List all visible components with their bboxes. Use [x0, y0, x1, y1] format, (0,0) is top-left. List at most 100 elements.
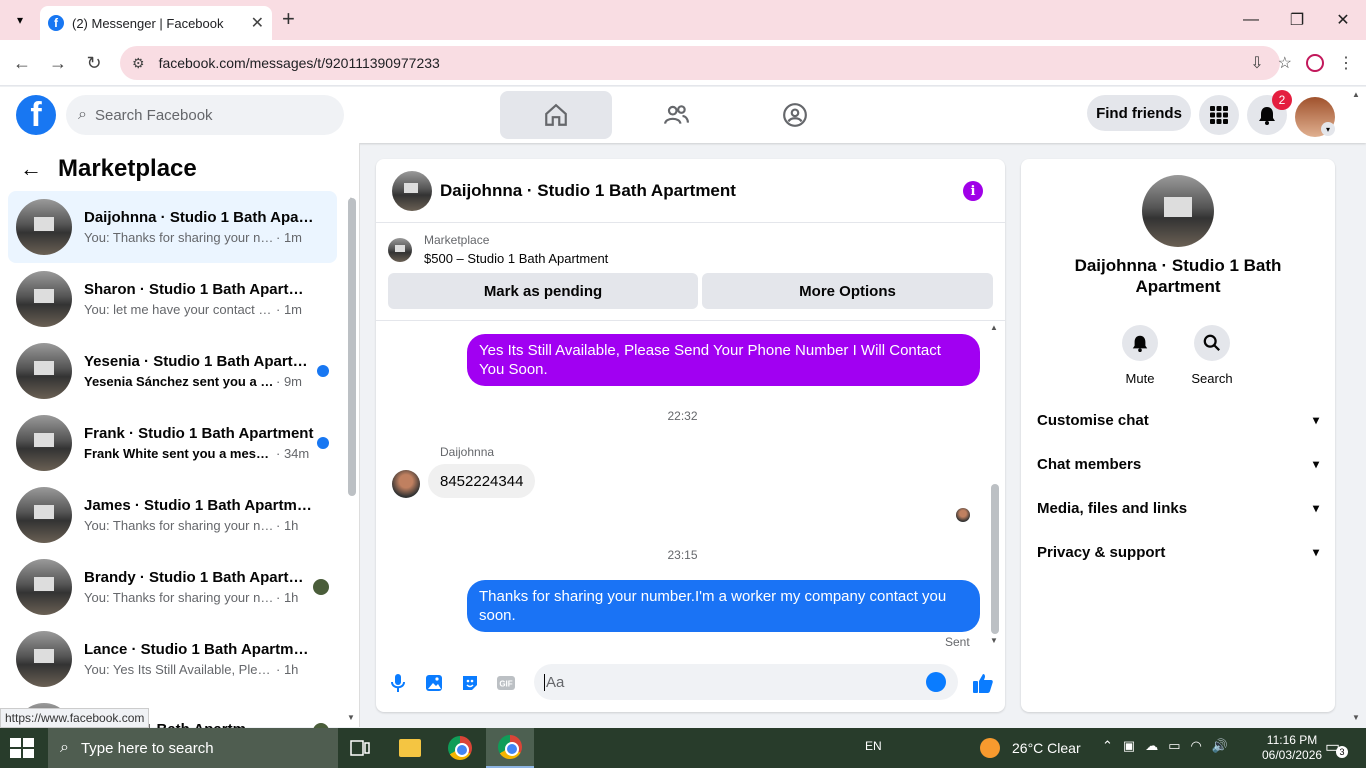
outgoing-message[interactable]: Thanks for sharing your number.I'm a wor…	[467, 580, 980, 632]
seen-indicator-avatar	[956, 508, 970, 522]
tab-search-icon[interactable]: ▾	[8, 8, 32, 32]
last-message-time: · 34m	[276, 446, 310, 461]
message-placeholder: Aa	[546, 673, 565, 691]
thumbs-up-icon[interactable]	[971, 671, 995, 695]
search-placeholder: Search Facebook	[94, 106, 213, 124]
page-scroll-up-icon[interactable]: ▲	[1352, 90, 1360, 99]
nav-groups-tab[interactable]	[739, 91, 851, 139]
more-options-button[interactable]: More Options	[702, 273, 993, 309]
bookmark-star-icon[interactable]: ☆	[1278, 53, 1292, 73]
mute-button[interactable]: Mute	[1110, 325, 1170, 386]
microphone-icon[interactable]	[386, 671, 410, 695]
search-icon: ⌕	[60, 739, 69, 756]
facebook-search-input[interactable]: ⌕ Search Facebook	[66, 95, 344, 135]
clock-date: 06/03/2026	[1262, 748, 1323, 762]
conversation-item[interactable]: Daijohnna · Studio 1 Bath Apart... You: T…	[8, 191, 337, 263]
chat-thumbnail[interactable]	[392, 170, 432, 211]
back-arrow-icon[interactable]: ←	[20, 156, 42, 182]
marketplace-title: Marketplace	[58, 155, 197, 182]
info-icon[interactable]: i	[963, 181, 983, 201]
tab-title: (2) Messenger | Facebook	[72, 15, 224, 31]
conversation-item[interactable]: Frank · Studio 1 Bath Apartment Frank Whi…	[8, 407, 337, 479]
tray-app-icon[interactable]: ▣	[1123, 738, 1135, 754]
last-message: You: Yes Its Still Available, Please Se.…	[84, 662, 274, 677]
list-scrollbar[interactable]	[348, 198, 356, 496]
nav-home-tab[interactable]	[500, 91, 612, 139]
search-icon	[1194, 325, 1230, 361]
search-in-chat-button[interactable]: Search	[1182, 325, 1242, 386]
forward-icon[interactable]: →	[46, 51, 70, 75]
section-customise-chat[interactable]: Customise chat ▾	[1037, 400, 1319, 440]
conversation-item[interactable]: James · Studio 1 Bath Apartment You: Than…	[8, 479, 337, 551]
chat-scrollbar[interactable]	[991, 484, 999, 634]
chrome-profile-taskbar-icon[interactable]	[486, 728, 534, 768]
emoji-icon[interactable]	[926, 672, 946, 692]
volume-icon[interactable]: 🔊	[1212, 738, 1228, 754]
listing-thumbnail	[16, 199, 72, 255]
listing-summary[interactable]: Marketplace $500 – Studio 1 Bath Apartme…	[388, 233, 608, 266]
battery-icon[interactable]: ▭	[1168, 738, 1180, 754]
browser-tab[interactable]: f (2) Messenger | Facebook ✕	[40, 6, 272, 40]
conversation-item[interactable]: Sharon · Studio 1 Bath Apartment You: let…	[8, 263, 337, 335]
minimize-icon[interactable]: —	[1228, 0, 1274, 40]
contact-avatar[interactable]	[1142, 175, 1214, 247]
section-privacy-support[interactable]: Privacy & support ▾	[1037, 532, 1319, 572]
unread-dot	[317, 365, 329, 377]
section-chat-members[interactable]: Chat members ▾	[1037, 444, 1319, 484]
conversation-name: Sharon · Studio 1 Bath Apartment	[84, 281, 314, 298]
page-scroll-down-icon[interactable]: ▼	[1352, 713, 1360, 722]
onedrive-cloud-icon[interactable]: ☁	[1145, 738, 1158, 754]
taskbar-search-box[interactable]: ⌕ Type here to search	[48, 728, 338, 768]
sticker-icon[interactable]	[458, 671, 482, 695]
sender-avatar[interactable]	[392, 470, 420, 498]
find-friends-button[interactable]: Find friends	[1087, 95, 1191, 131]
conversation-item[interactable]: Brandy · Studio 1 Bath Apartm... You: Tha…	[8, 551, 337, 623]
section-media-files-links[interactable]: Media, files and links ▾	[1037, 488, 1319, 528]
conversation-item[interactable]: Lance · Studio 1 Bath Apartment You: Yes …	[8, 623, 337, 695]
incoming-message[interactable]: 8452224344	[428, 464, 536, 498]
message-input[interactable]: Aa	[534, 664, 958, 700]
chat-scroll-up-icon[interactable]: ▲	[990, 323, 998, 332]
facebook-logo-icon[interactable]: f	[16, 95, 56, 135]
language-indicator[interactable]: EN	[865, 739, 882, 753]
weather-widget[interactable]: 26°C Clear	[980, 738, 1081, 758]
marketplace-header: ← Marketplace	[20, 155, 197, 183]
photo-icon[interactable]	[422, 671, 446, 695]
clock[interactable]: 11:16 PM 06/03/2026	[1262, 733, 1322, 763]
chat-scroll-down-icon[interactable]: ▼	[990, 636, 998, 645]
link-status-tooltip: https://www.facebook.com	[0, 708, 150, 728]
svg-text:GIF: GIF	[499, 680, 512, 689]
browser-profile-icon[interactable]	[1306, 54, 1324, 72]
browser-menu-icon[interactable]: ⋮	[1338, 53, 1354, 73]
conversation-item[interactable]: Yesenia · Studio 1 Bath Apartm... Yesenia…	[8, 335, 337, 407]
restore-icon[interactable]: ❐	[1274, 0, 1320, 40]
back-icon[interactable]: ←	[10, 51, 34, 75]
account-chevron-down-icon[interactable]: ▾	[1321, 122, 1335, 136]
site-info-icon[interactable]: ⚙	[132, 55, 145, 72]
system-tray: ⌃ ▣ ☁ ▭ ◠ 🔊	[1102, 738, 1228, 754]
timestamp: 22:32	[667, 409, 698, 423]
reload-icon[interactable]: ↻	[82, 51, 106, 75]
tray-chevron-up-icon[interactable]: ⌃	[1102, 738, 1113, 754]
chrome-taskbar-icon[interactable]	[436, 728, 484, 768]
scroll-down-arrow-icon[interactable]: ▼	[347, 713, 355, 722]
new-tab-icon[interactable]: +	[282, 8, 295, 30]
nav-friends-tab[interactable]	[620, 91, 732, 139]
chat-header: Daijohnna · Studio 1 Bath Apartment i	[376, 159, 1005, 223]
chat-title[interactable]: Daijohnna · Studio 1 Bath Apartment	[440, 181, 736, 201]
menu-button[interactable]	[1199, 95, 1239, 135]
tab-close-icon[interactable]: ✕	[251, 13, 264, 33]
conversation-preview: You: Thanks for sharing your nu... · 1h	[84, 590, 337, 605]
address-bar[interactable]: ⚙ facebook.com/messages/t/92011139097723…	[120, 46, 1280, 80]
outgoing-message[interactable]: Yes Its Still Available, Please Send You…	[467, 334, 980, 386]
windows-start-icon[interactable]	[10, 738, 34, 758]
listing-thumbnail	[388, 237, 412, 262]
wifi-icon[interactable]: ◠	[1191, 738, 1202, 754]
gif-icon[interactable]: GIF	[494, 671, 518, 695]
file-explorer-icon[interactable]	[386, 728, 434, 768]
mark-as-pending-button[interactable]: Mark as pending	[388, 273, 698, 309]
install-app-icon[interactable]: ⇩	[1250, 53, 1263, 73]
unread-dot	[317, 437, 329, 449]
window-close-icon[interactable]: ✕	[1320, 0, 1366, 40]
task-view-icon[interactable]	[336, 728, 384, 768]
